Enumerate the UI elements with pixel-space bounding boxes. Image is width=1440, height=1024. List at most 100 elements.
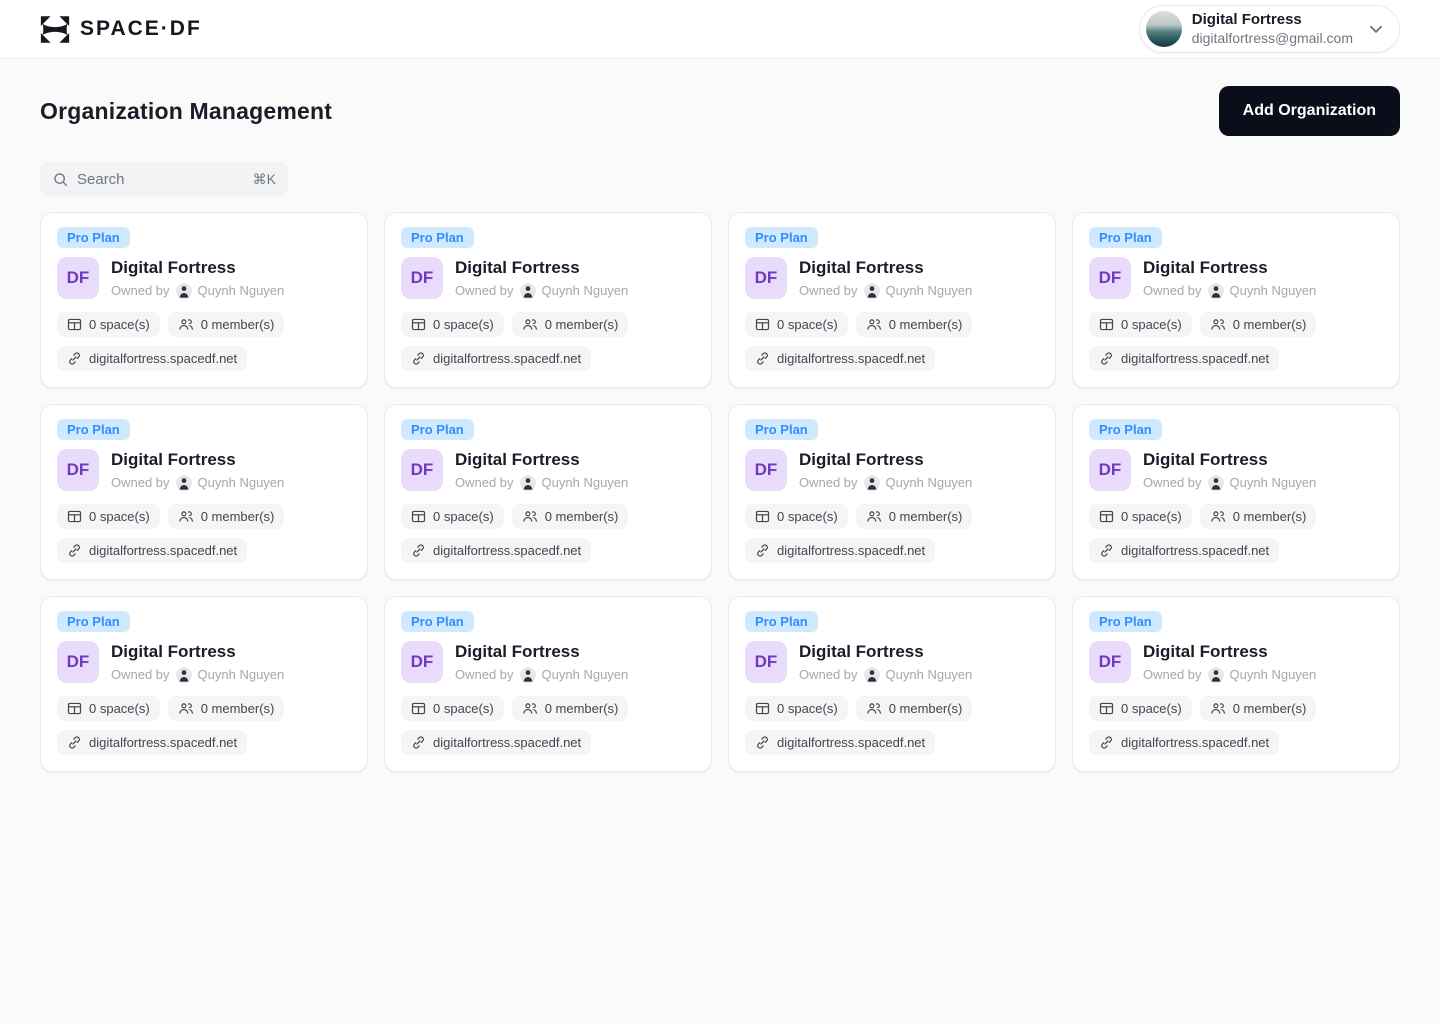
link-icon: [1099, 351, 1114, 366]
domain-chip[interactable]: digitalfortress.spacedf.net: [745, 538, 935, 563]
owner-row: Owned by Quynh Nguyen: [1143, 283, 1316, 299]
domain-text: digitalfortress.spacedf.net: [777, 351, 925, 366]
domain-chip[interactable]: digitalfortress.spacedf.net: [1089, 730, 1279, 755]
owner-name: Quynh Nguyen: [1230, 283, 1317, 298]
users-group-icon: [866, 317, 882, 332]
domain-chip[interactable]: digitalfortress.spacedf.net: [1089, 538, 1279, 563]
domain-chip[interactable]: digitalfortress.spacedf.net: [57, 346, 247, 371]
members-count: 0 member(s): [545, 509, 619, 524]
stats-row: 0 space(s) 0 member(s): [745, 312, 1039, 337]
org-card[interactable]: Pro Plan DF Digital Fortress Owned by Qu…: [1072, 404, 1400, 580]
owner-avatar-icon: [864, 475, 880, 491]
spaces-count: 0 space(s): [89, 701, 150, 716]
org-card-head: DF Digital Fortress Owned by Quynh Nguye…: [745, 257, 1039, 299]
org-card-head: DF Digital Fortress Owned by Quynh Nguye…: [401, 257, 695, 299]
org-card-head: DF Digital Fortress Owned by Quynh Nguye…: [1089, 257, 1383, 299]
user-avatar: [1146, 11, 1182, 47]
link-icon: [1099, 735, 1114, 750]
domain-text: digitalfortress.spacedf.net: [777, 735, 925, 750]
org-card[interactable]: Pro Plan DF Digital Fortress Owned by Qu…: [728, 212, 1056, 388]
domain-chip[interactable]: digitalfortress.spacedf.net: [57, 730, 247, 755]
domain-chip[interactable]: digitalfortress.spacedf.net: [401, 730, 591, 755]
members-count: 0 member(s): [889, 701, 963, 716]
add-organization-button[interactable]: Add Organization: [1219, 86, 1400, 136]
members-count: 0 member(s): [201, 317, 275, 332]
owned-by-label: Owned by: [1143, 475, 1202, 490]
owner-name: Quynh Nguyen: [542, 475, 629, 490]
domain-chip[interactable]: digitalfortress.spacedf.net: [745, 730, 935, 755]
link-icon: [67, 543, 82, 558]
spaces-chip: 0 space(s): [57, 696, 160, 721]
owned-by-label: Owned by: [799, 283, 858, 298]
spaces-count: 0 space(s): [433, 317, 494, 332]
org-card[interactable]: Pro Plan DF Digital Fortress Owned by Qu…: [384, 596, 712, 772]
org-card[interactable]: Pro Plan DF Digital Fortress Owned by Qu…: [384, 404, 712, 580]
spaces-chip: 0 space(s): [57, 312, 160, 337]
members-count: 0 member(s): [201, 509, 275, 524]
domain-chip[interactable]: digitalfortress.spacedf.net: [745, 346, 935, 371]
spaces-count: 0 space(s): [433, 701, 494, 716]
page-title: Organization Management: [40, 98, 332, 125]
domain-row: digitalfortress.spacedf.net: [745, 538, 1039, 563]
plan-badge: Pro Plan: [401, 611, 474, 632]
app-header: SPACE·DF Digital Fortress digitalfortres…: [0, 0, 1440, 59]
org-card[interactable]: Pro Plan DF Digital Fortress Owned by Qu…: [728, 596, 1056, 772]
domain-text: digitalfortress.spacedf.net: [89, 735, 237, 750]
org-card[interactable]: Pro Plan DF Digital Fortress Owned by Qu…: [40, 596, 368, 772]
org-avatar: DF: [57, 641, 99, 683]
domain-text: digitalfortress.spacedf.net: [433, 735, 581, 750]
org-card[interactable]: Pro Plan DF Digital Fortress Owned by Qu…: [384, 212, 712, 388]
plan-badge: Pro Plan: [1089, 611, 1162, 632]
link-icon: [755, 735, 770, 750]
owned-by-label: Owned by: [111, 667, 170, 682]
domain-text: digitalfortress.spacedf.net: [433, 543, 581, 558]
domain-chip[interactable]: digitalfortress.spacedf.net: [57, 538, 247, 563]
domain-row: digitalfortress.spacedf.net: [745, 730, 1039, 755]
owner-avatar-icon: [864, 283, 880, 299]
plan-badge: Pro Plan: [745, 611, 818, 632]
org-card[interactable]: Pro Plan DF Digital Fortress Owned by Qu…: [40, 404, 368, 580]
layout-grid-icon: [1099, 317, 1114, 332]
members-chip: 0 member(s): [512, 312, 629, 337]
users-group-icon: [866, 701, 882, 716]
org-name: Digital Fortress: [455, 450, 628, 470]
org-card[interactable]: Pro Plan DF Digital Fortress Owned by Qu…: [40, 212, 368, 388]
spaces-count: 0 space(s): [777, 701, 838, 716]
owner-row: Owned by Quynh Nguyen: [1143, 667, 1316, 683]
stats-row: 0 space(s) 0 member(s): [57, 696, 351, 721]
layout-grid-icon: [1099, 701, 1114, 716]
spaces-count: 0 space(s): [777, 509, 838, 524]
domain-chip[interactable]: digitalfortress.spacedf.net: [1089, 346, 1279, 371]
layout-grid-icon: [67, 509, 82, 524]
org-card-head: DF Digital Fortress Owned by Quynh Nguye…: [1089, 641, 1383, 683]
search-box[interactable]: ⌘K: [40, 162, 288, 196]
domain-chip[interactable]: digitalfortress.spacedf.net: [401, 346, 591, 371]
org-card[interactable]: Pro Plan DF Digital Fortress Owned by Qu…: [1072, 212, 1400, 388]
domain-row: digitalfortress.spacedf.net: [745, 346, 1039, 371]
domain-chip[interactable]: digitalfortress.spacedf.net: [401, 538, 591, 563]
user-menu[interactable]: Digital Fortress digitalfortress@gmail.c…: [1139, 5, 1400, 53]
owner-row: Owned by Quynh Nguyen: [111, 283, 284, 299]
owner-row: Owned by Quynh Nguyen: [111, 475, 284, 491]
plan-badge: Pro Plan: [401, 419, 474, 440]
org-name: Digital Fortress: [111, 450, 284, 470]
stats-row: 0 space(s) 0 member(s): [401, 504, 695, 529]
owned-by-label: Owned by: [455, 475, 514, 490]
org-name: Digital Fortress: [111, 642, 284, 662]
layout-grid-icon: [411, 509, 426, 524]
domain-text: digitalfortress.spacedf.net: [777, 543, 925, 558]
link-icon: [67, 351, 82, 366]
plan-badge: Pro Plan: [1089, 227, 1162, 248]
org-card[interactable]: Pro Plan DF Digital Fortress Owned by Qu…: [1072, 596, 1400, 772]
org-avatar: DF: [401, 449, 443, 491]
layout-grid-icon: [411, 317, 426, 332]
org-card[interactable]: Pro Plan DF Digital Fortress Owned by Qu…: [728, 404, 1056, 580]
spaces-chip: 0 space(s): [745, 312, 848, 337]
users-group-icon: [866, 509, 882, 524]
members-chip: 0 member(s): [856, 696, 973, 721]
org-name: Digital Fortress: [1143, 450, 1316, 470]
domain-row: digitalfortress.spacedf.net: [57, 730, 351, 755]
plan-badge: Pro Plan: [1089, 419, 1162, 440]
search-input[interactable]: [77, 171, 245, 188]
owner-avatar-icon: [1208, 475, 1224, 491]
